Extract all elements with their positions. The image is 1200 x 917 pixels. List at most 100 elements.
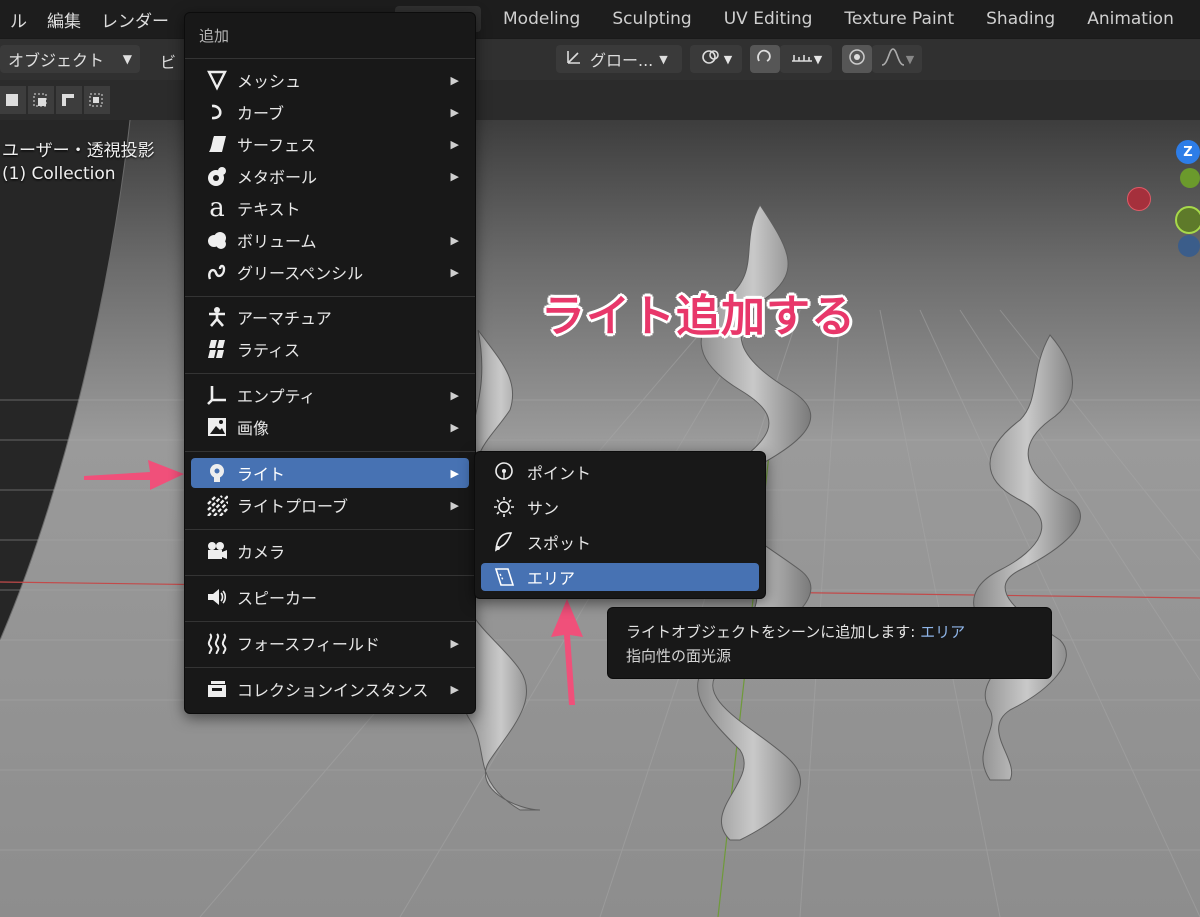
- force-field-icon: [203, 632, 231, 654]
- select-extend-icon[interactable]: [28, 86, 54, 114]
- menu-item-label: アーマチュア: [237, 309, 332, 328]
- menu-item-curve[interactable]: カーブ ▶: [191, 97, 469, 127]
- submenu-item-spot[interactable]: スポット: [481, 528, 759, 556]
- proportional-edit-toggle[interactable]: [842, 45, 872, 73]
- armature-icon: [203, 306, 231, 328]
- area-light-icon: [491, 566, 517, 588]
- menu-item-volume[interactable]: ボリューム ▶: [191, 225, 469, 255]
- menu-item-speaker[interactable]: スピーカー: [191, 582, 469, 612]
- pointer-arrow-to-light: [84, 460, 184, 490]
- submenu-arrow-icon: ▶: [450, 137, 459, 151]
- menu-item-image[interactable]: 画像 ▶: [191, 412, 469, 442]
- viewport-tool-row: [0, 80, 1200, 120]
- selection-mode-group: [0, 86, 110, 114]
- image-icon: [203, 416, 231, 438]
- chevron-down-icon: ▼: [122, 52, 132, 66]
- submenu-arrow-icon: ▶: [450, 73, 459, 87]
- metaball-icon: [203, 165, 231, 187]
- menu-item-label: メタボール: [237, 168, 318, 187]
- submenu-item-area[interactable]: エリア: [481, 563, 759, 591]
- menu-item-grease-pencil[interactable]: グリースペンシル ▶: [191, 257, 469, 287]
- menu-item-camera[interactable]: カメラ: [191, 536, 469, 566]
- volume-icon: [203, 229, 231, 251]
- gizmo-neg-y-axis[interactable]: [1175, 206, 1200, 234]
- tooltip-target: エリア: [920, 623, 966, 641]
- submenu-item-label: ポイント: [527, 464, 592, 483]
- tooltip-text: ライトオブジェクトをシーンに追加します:: [626, 623, 916, 641]
- menu-divider: [185, 373, 475, 374]
- submenu-arrow-icon: ▶: [450, 498, 459, 512]
- light-icon: [203, 462, 231, 484]
- snap-target-dropdown[interactable]: ▼: [780, 45, 832, 73]
- menu-item-label: ライトプローブ: [237, 497, 349, 516]
- transform-orientation-icon: [564, 47, 584, 71]
- select-new-icon[interactable]: [0, 86, 26, 114]
- tab-texture-paint[interactable]: Texture Paint: [828, 9, 970, 29]
- tab-modeling[interactable]: Modeling: [487, 9, 596, 29]
- submenu-item-sun[interactable]: サン: [481, 493, 759, 521]
- submenu-arrow-icon: ▶: [450, 636, 459, 650]
- menu-item-light[interactable]: ライト ▶: [191, 458, 469, 488]
- gizmo-neg-z-axis[interactable]: [1178, 235, 1200, 257]
- menu-item-empty[interactable]: エンプティ ▶: [191, 380, 469, 410]
- select-subtract-icon[interactable]: [56, 86, 82, 114]
- submenu-item-label: エリア: [527, 569, 576, 588]
- menu-item-label: テキスト: [237, 200, 301, 219]
- select-intersect-icon[interactable]: [84, 86, 110, 114]
- tab-shading[interactable]: Shading: [970, 9, 1071, 29]
- menu-item-light-probe[interactable]: ライトプローブ ▶: [191, 490, 469, 520]
- menu-item-mesh[interactable]: メッシュ ▶: [191, 65, 469, 95]
- menu-item-label: 画像: [237, 419, 270, 438]
- tab-animation[interactable]: Animation: [1071, 9, 1190, 29]
- menu-divider: [185, 58, 475, 59]
- menu-divider: [185, 621, 475, 622]
- tooltip: ライトオブジェクトをシーンに追加します: エリア 指向性の面光源: [607, 607, 1052, 679]
- submenu-arrow-icon: ▶: [450, 388, 459, 402]
- menu-item-armature[interactable]: アーマチュア: [191, 302, 469, 332]
- menu-title: 追加: [199, 27, 230, 45]
- menu-item-label: コレクションインスタンス: [237, 681, 429, 700]
- submenu-item-point[interactable]: ポイント: [481, 458, 759, 486]
- mode-dropdown[interactable]: オブジェクト ▼: [0, 45, 140, 73]
- speaker-icon: [203, 586, 231, 608]
- top-menu-bar: ル 編集 レンダー Modeling Sculpting UV Editing …: [0, 0, 1200, 38]
- mesh-icon: [203, 69, 231, 91]
- view-menu[interactable]: ビ: [160, 49, 176, 73]
- gizmo-z-axis[interactable]: Z: [1176, 140, 1200, 164]
- menu-item-surface[interactable]: サーフェス ▶: [191, 129, 469, 159]
- collection-instance-icon: [203, 678, 231, 700]
- tab-sculpting[interactable]: Sculpting: [596, 9, 707, 29]
- menu-item-label: グリースペンシル: [237, 264, 364, 283]
- menu-item-lattice[interactable]: ラティス: [191, 334, 469, 364]
- tab-uv-editing[interactable]: UV Editing: [708, 9, 829, 29]
- orientation-dropdown[interactable]: グロー... ▼: [556, 45, 682, 73]
- menu-item-window[interactable]: ル: [0, 7, 37, 32]
- pivot-point-dropdown[interactable]: ▼: [690, 45, 742, 73]
- menu-item-label: カメラ: [237, 543, 286, 562]
- spot-light-icon: [491, 531, 517, 553]
- menu-item-metaball[interactable]: メタボール ▶: [191, 161, 469, 191]
- menu-item-collection-instance[interactable]: コレクションインスタンス ▶: [191, 674, 469, 704]
- gizmo-y-axis[interactable]: [1180, 168, 1200, 188]
- gizmo-x-axis[interactable]: [1127, 187, 1151, 211]
- menu-item-force-field[interactable]: フォースフィールド ▶: [191, 628, 469, 658]
- menu-item-label: スピーカー: [237, 589, 318, 608]
- submenu-arrow-icon: ▶: [450, 466, 459, 480]
- menu-item-text[interactable]: a テキスト: [191, 193, 469, 223]
- gizmo-z-label: Z: [1183, 144, 1193, 160]
- curve-icon: [203, 101, 231, 123]
- submenu-arrow-icon: ▶: [450, 265, 459, 279]
- menu-item-label: ライト: [237, 465, 286, 484]
- annotation-text: ライト追加する: [541, 291, 856, 342]
- menu-item-render[interactable]: レンダー: [91, 7, 179, 32]
- snap-toggle[interactable]: [750, 45, 780, 73]
- submenu-item-label: サン: [527, 499, 560, 518]
- menu-item-edit[interactable]: 編集: [37, 7, 91, 32]
- surface-icon: [203, 133, 231, 155]
- submenu-arrow-icon: ▶: [450, 682, 459, 696]
- falloff-dropdown[interactable]: ▼: [872, 45, 922, 73]
- menu-divider: [185, 296, 475, 297]
- menu-divider: [185, 575, 475, 576]
- light-probe-icon: [203, 494, 231, 516]
- grease-pencil-icon: [203, 261, 231, 283]
